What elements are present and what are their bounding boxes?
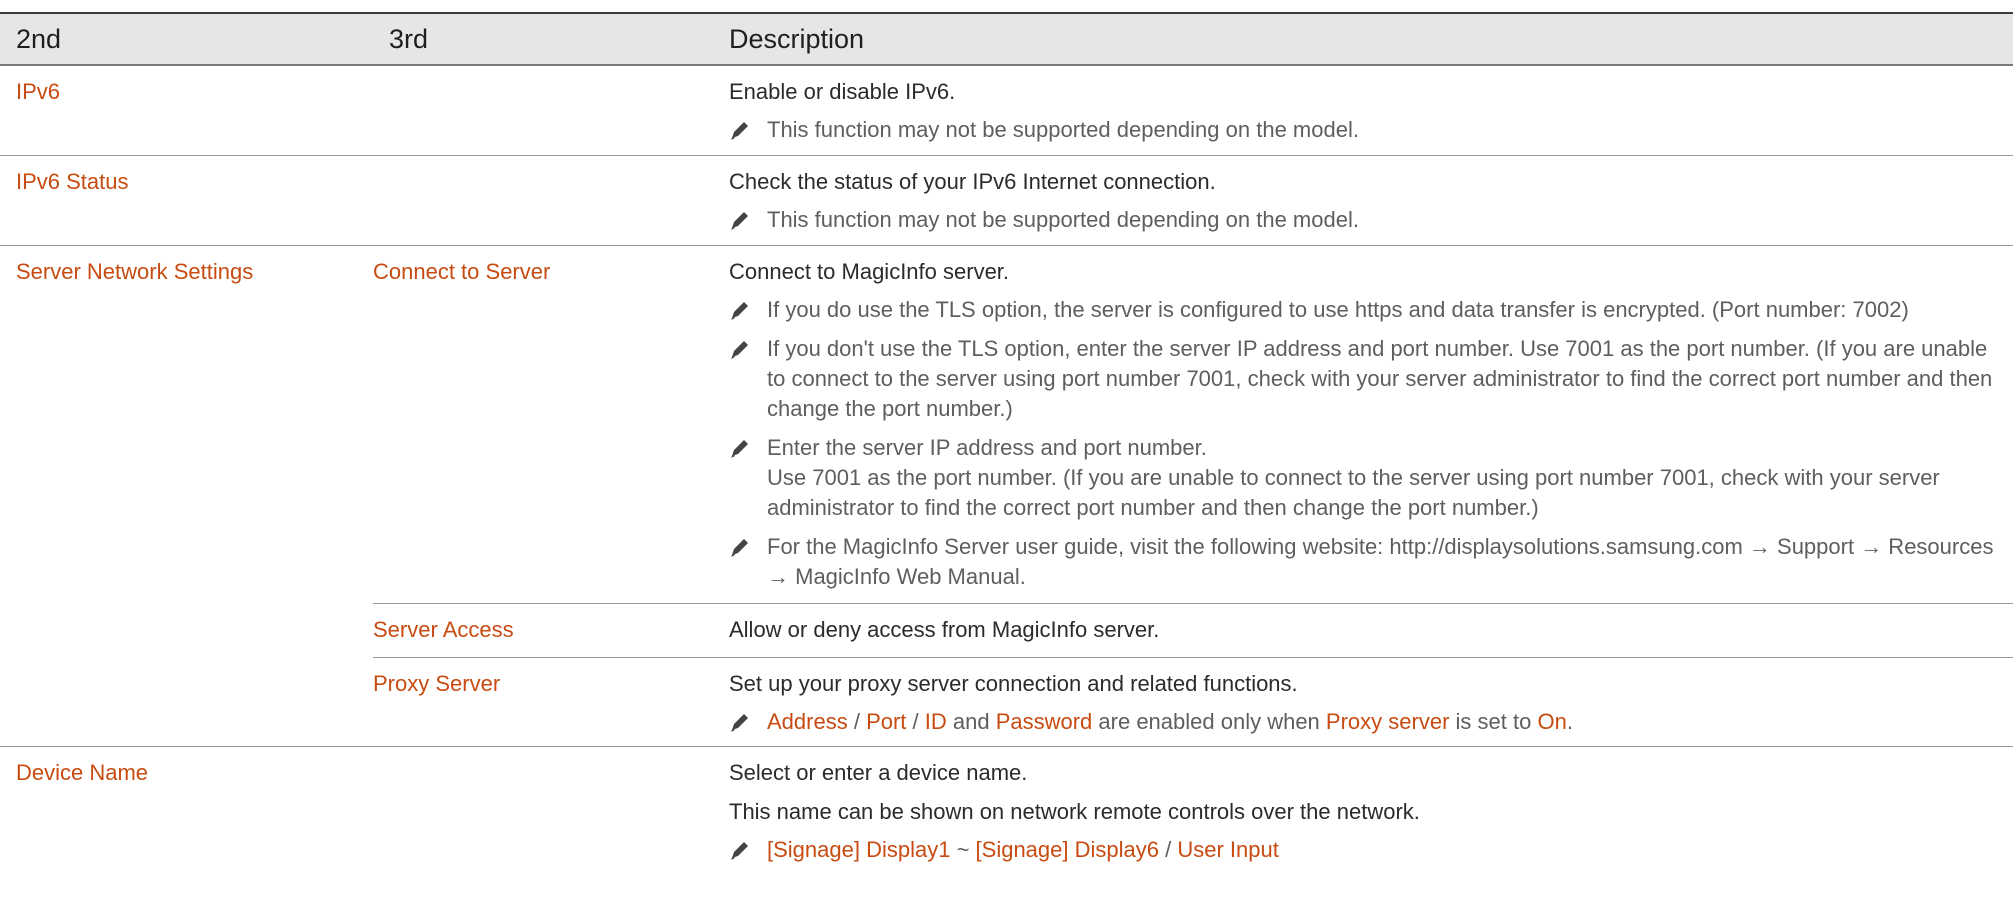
proxy-id-label: ID — [924, 709, 947, 734]
device-name-note: [Signage] Display1 ~ [Signage] Display6 … — [729, 835, 2003, 865]
settings-table: 2nd 3rd Description IPv6 Enable or disab… — [0, 14, 2013, 865]
pencil-note-icon — [729, 334, 767, 364]
device-option-display1: [Signage] Display1 — [767, 837, 951, 862]
proxy-description: Set up your proxy server connection and … — [729, 671, 1298, 696]
server-access-description: Allow or deny access from MagicInfo serv… — [729, 617, 1160, 642]
header-2nd: 2nd — [0, 14, 373, 66]
device-name-description-2: This name can be shown on network remote… — [729, 799, 1420, 824]
proxy-password-label: Password — [995, 709, 1093, 734]
ipv6-status-description: Check the status of your IPv6 Internet c… — [729, 169, 1216, 194]
table-row-device-name: Device Name Select or enter a device nam… — [0, 746, 2013, 865]
device-option-user-input: User Input — [1177, 837, 1279, 862]
pencil-note-icon — [729, 295, 767, 325]
connect-note-user-guide: For the MagicInfo Server user guide, vis… — [729, 532, 2003, 592]
ipv6-note: This function may not be supported depen… — [729, 115, 2003, 145]
device-option-display6: [Signage] Display6 — [975, 837, 1159, 862]
menu-server-access: Server Access — [373, 617, 514, 642]
connect-note-tls: If you do use the TLS option, the server… — [729, 295, 2003, 325]
pencil-note-icon — [729, 707, 767, 737]
menu-ipv6-status: IPv6 Status — [16, 169, 129, 194]
header-3rd: 3rd — [373, 14, 729, 66]
connect-note-ip-port: Enter the server IP address and port num… — [729, 433, 2003, 523]
pencil-note-icon — [729, 115, 767, 145]
proxy-address-label: Address — [767, 709, 848, 734]
proxy-on-label: On — [1537, 709, 1567, 734]
menu-device-name: Device Name — [16, 760, 149, 785]
connect-description: Connect to MagicInfo server. — [729, 259, 1010, 284]
table-row-ipv6: IPv6 Enable or disable IPv6. This functi… — [0, 65, 2013, 156]
pencil-note-icon — [729, 835, 767, 865]
table-header-row: 2nd 3rd Description — [0, 14, 2013, 66]
ipv6-status-note: This function may not be supported depen… — [729, 205, 2003, 235]
menu-connect-to-server: Connect to Server — [373, 259, 551, 284]
menu-ipv6: IPv6 — [16, 79, 61, 104]
pencil-note-icon — [729, 433, 767, 463]
proxy-note: Address / Port / ID and Password are ena… — [729, 707, 2003, 737]
pencil-note-icon — [729, 205, 767, 235]
menu-server-network-settings: Server Network Settings — [16, 259, 254, 284]
proxy-port-label: Port — [866, 709, 907, 734]
proxy-server-setting-label: Proxy server — [1325, 709, 1450, 734]
menu-proxy-server: Proxy Server — [373, 671, 501, 696]
device-name-description: Select or enter a device name. — [729, 760, 1028, 785]
table-row-ipv6-status: IPv6 Status Check the status of your IPv… — [0, 155, 2013, 246]
connect-note-no-tls: If you don't use the TLS option, enter t… — [729, 334, 2003, 424]
table-row-connect-to-server: Server Network Settings Connect to Serve… — [0, 245, 2013, 747]
pencil-note-icon — [729, 532, 767, 562]
document-page: 2nd 3rd Description IPv6 Enable or disab… — [0, 0, 2013, 899]
header-description: Description — [729, 14, 2013, 66]
ipv6-description: Enable or disable IPv6. — [729, 79, 956, 104]
